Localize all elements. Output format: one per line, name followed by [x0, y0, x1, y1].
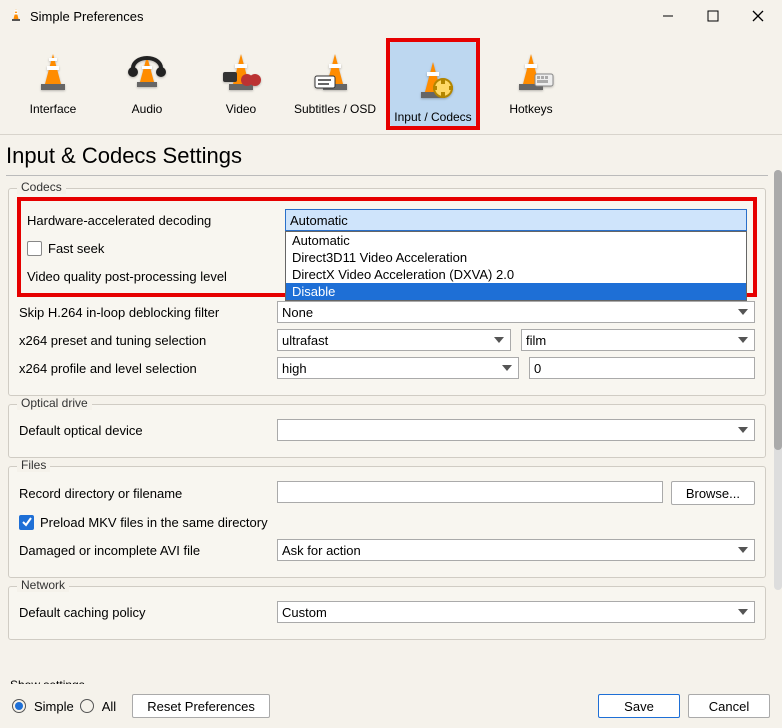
fast-seek-label: Fast seek [48, 241, 104, 256]
vlc-icon [8, 8, 24, 24]
dd-option-d3d11[interactable]: Direct3D11 Video Acceleration [286, 249, 746, 266]
radio-all-label: All [102, 699, 116, 714]
record-label: Record directory or filename [19, 486, 277, 501]
codecs-legend: Codecs [17, 182, 66, 194]
scrollbar-thumb[interactable] [774, 170, 782, 450]
tab-subtitles[interactable]: Subtitles / OSD [292, 38, 378, 122]
highlight-box: Hardware-accelerated decoding Automatic … [17, 197, 757, 297]
hw-decoding-label: Hardware-accelerated decoding [27, 213, 285, 228]
files-fieldset: Files Record directory or filename Brows… [8, 466, 766, 578]
damaged-label: Damaged or incomplete AVI file [19, 543, 277, 558]
files-legend: Files [17, 458, 50, 472]
x264-level-input[interactable] [529, 357, 755, 379]
maximize-button[interactable] [690, 0, 735, 32]
x264preset-label: x264 preset and tuning selection [19, 333, 277, 348]
dd-option-disable[interactable]: Disable [286, 283, 746, 300]
tab-label: Audio [132, 102, 163, 116]
vq-label: Video quality post-processing level [27, 269, 285, 284]
network-legend: Network [17, 578, 69, 592]
tab-audio[interactable]: Audio [104, 38, 190, 122]
preload-mkv-label: Preload MKV files in the same directory [40, 515, 268, 530]
tab-hotkeys[interactable]: Hotkeys [488, 38, 574, 122]
close-button[interactable] [735, 0, 780, 32]
titlebar: Simple Preferences [0, 0, 782, 32]
fast-seek-checkbox[interactable] [27, 241, 42, 256]
tab-video[interactable]: Video [198, 38, 284, 122]
hw-decoding-select[interactable]: Automatic [285, 209, 747, 231]
damaged-select[interactable]: Ask for action [277, 539, 755, 561]
category-tabs: Interface Audio Video Subtitles / OSD In… [0, 32, 782, 135]
hw-decoding-dropdown: Automatic Direct3D11 Video Acceleration … [285, 231, 747, 301]
radio-simple[interactable] [12, 699, 26, 713]
optical-default-select[interactable] [277, 419, 755, 441]
skip-label: Skip H.264 in-loop deblocking filter [19, 305, 277, 320]
footer: Simple All Reset Preferences Save Cancel [0, 684, 782, 728]
caching-select[interactable]: Custom [277, 601, 755, 623]
skip-select[interactable]: None [277, 301, 755, 323]
tab-label: Video [226, 102, 256, 116]
window-title: Simple Preferences [30, 9, 645, 24]
caching-label: Default caching policy [19, 605, 277, 620]
dd-option-automatic[interactable]: Automatic [286, 232, 746, 249]
radio-simple-label: Simple [34, 699, 74, 714]
save-button[interactable]: Save [598, 694, 680, 718]
x264-tune-select[interactable]: film [521, 329, 755, 351]
browse-button[interactable]: Browse... [671, 481, 755, 505]
dd-option-dxva2[interactable]: DirectX Video Acceleration (DXVA) 2.0 [286, 266, 746, 283]
tab-label: Input / Codecs [394, 110, 471, 124]
tab-label: Hotkeys [509, 102, 552, 116]
page-title: Input & Codecs Settings [6, 139, 768, 176]
minimize-button[interactable] [645, 0, 690, 32]
optical-default-label: Default optical device [19, 423, 277, 438]
record-input[interactable] [277, 481, 663, 503]
radio-all[interactable] [80, 699, 94, 713]
tab-label: Interface [30, 102, 77, 116]
network-fieldset: Network Default caching policy Custom [8, 586, 766, 640]
preload-mkv-checkbox[interactable] [19, 515, 34, 530]
codecs-fieldset: Codecs Hardware-accelerated decoding Aut… [8, 188, 766, 396]
tab-input-codecs-highlight: Input / Codecs [386, 38, 480, 130]
optical-legend: Optical drive [17, 396, 92, 410]
x264profile-label: x264 profile and level selection [19, 361, 277, 376]
scrollbar[interactable] [774, 170, 782, 590]
tab-input-codecs[interactable]: Input / Codecs [390, 42, 476, 126]
tab-label: Subtitles / OSD [294, 102, 376, 116]
x264-profile-select[interactable]: high [277, 357, 519, 379]
cancel-button[interactable]: Cancel [688, 694, 770, 718]
optical-fieldset: Optical drive Default optical device [8, 404, 766, 458]
x264-preset-select[interactable]: ultrafast [277, 329, 511, 351]
tab-interface[interactable]: Interface [10, 38, 96, 122]
reset-preferences-button[interactable]: Reset Preferences [132, 694, 270, 718]
